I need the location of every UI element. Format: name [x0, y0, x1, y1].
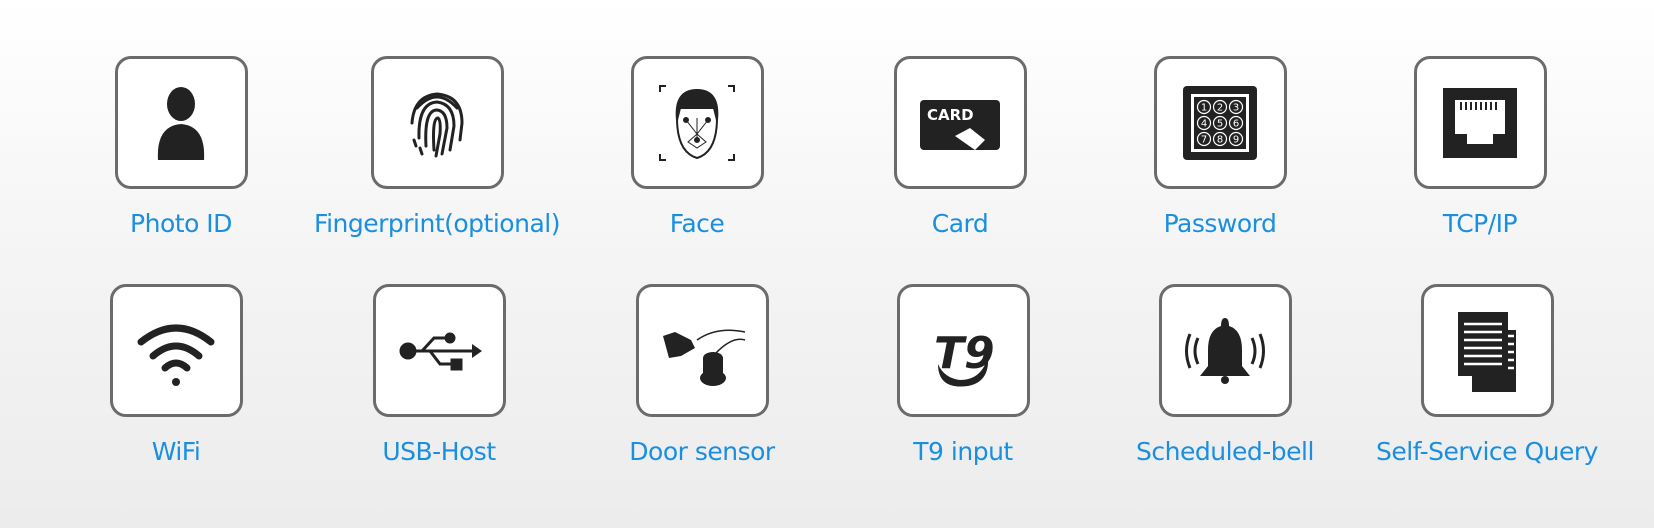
fingerprint-icon [410, 91, 464, 157]
icon-box [370, 56, 504, 189]
keypad-digit: 8 [1217, 134, 1223, 145]
person-icon [157, 86, 205, 160]
feature-label: USB-Host [382, 437, 496, 466]
document-icon [1458, 311, 1516, 392]
keypad-digit: 6 [1233, 118, 1239, 129]
svg-text:T9: T9 [934, 328, 995, 379]
feature-tcp-ip: TCP/IP [1340, 56, 1620, 238]
feature-fingerprint: Fingerprint(optional) [297, 56, 577, 238]
wifi-icon [137, 324, 215, 386]
feature-photo-id: Photo ID [41, 56, 321, 238]
door-sensor-icon [663, 329, 746, 386]
keypad-digit: 2 [1217, 102, 1223, 113]
feature-wifi: WiFi [36, 284, 316, 466]
feature-self-service-query: Self-Service Query [1347, 284, 1627, 466]
keypad-digit: 3 [1233, 102, 1239, 113]
icon-box: CARD [893, 56, 1027, 189]
keypad-digit: 4 [1201, 118, 1207, 129]
feature-usb-host: USB-Host [299, 284, 579, 466]
feature-label: Face [669, 209, 725, 238]
feature-door-sensor: Door sensor [562, 284, 842, 466]
t9-icon: T9 [934, 328, 995, 387]
keypad-digit: 1 [1201, 102, 1207, 113]
icon-box [1413, 56, 1547, 189]
feature-label: Card [931, 209, 989, 238]
feature-password: 123 456 789 Password [1080, 56, 1360, 238]
card-icon: CARD [920, 99, 1000, 150]
keypad-digit: 5 [1217, 118, 1223, 129]
feature-face: Face [557, 56, 837, 238]
icon-box: 123 456 789 [1153, 56, 1287, 189]
keypad-icon: 1 2 3 4 5 6 7 8 9 [1183, 85, 1257, 160]
svg-text:CARD: CARD [927, 106, 974, 124]
icon-box [114, 56, 248, 189]
face-icon [659, 84, 735, 161]
feature-label: WiFi [151, 437, 201, 466]
feature-label: Password [1163, 209, 1277, 238]
feature-label: Door sensor [629, 437, 775, 466]
keypad-digit: 9 [1233, 134, 1239, 145]
keypad-digit: 7 [1201, 134, 1207, 145]
icon-box [630, 56, 764, 189]
feature-card: CARD Card [820, 56, 1100, 238]
bell-icon [1185, 317, 1265, 384]
feature-label: TCP/IP [1442, 209, 1518, 238]
feature-label: Photo ID [130, 209, 232, 238]
icon-box [1158, 284, 1292, 417]
icon-box: T9 [896, 284, 1030, 417]
feature-label: T9 input [913, 437, 1013, 466]
feature-label: Scheduled-bell [1136, 437, 1314, 466]
feature-label: Self-Service Query [1376, 437, 1598, 466]
usb-icon [399, 332, 482, 370]
icon-box [109, 284, 243, 417]
ethernet-port-icon [1443, 87, 1517, 158]
icon-box [635, 284, 769, 417]
feature-t9-input: T9 T9 input [823, 284, 1103, 466]
icon-box [1420, 284, 1554, 417]
icon-box [372, 284, 506, 417]
feature-scheduled-bell: Scheduled-bell [1085, 284, 1365, 466]
feature-label: Fingerprint(optional) [314, 209, 560, 238]
